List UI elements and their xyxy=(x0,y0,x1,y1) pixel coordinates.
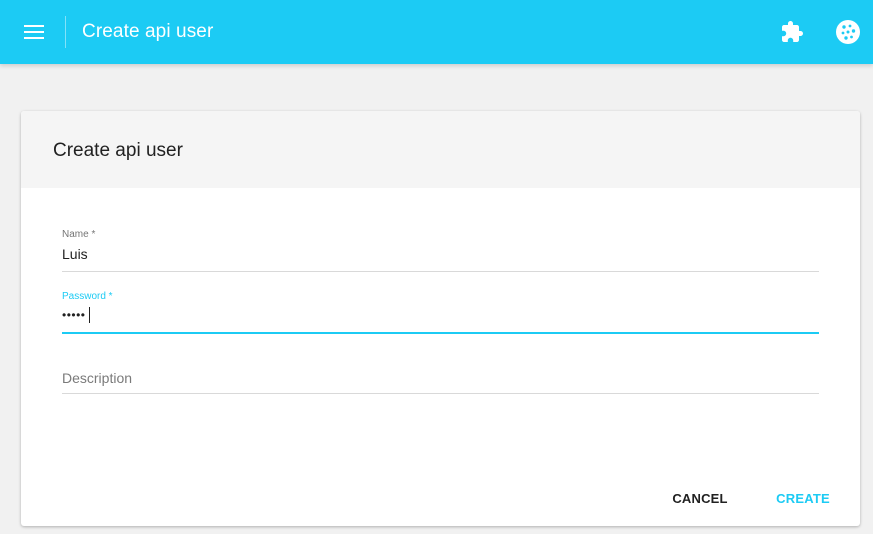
puzzle-icon xyxy=(782,21,803,42)
cancel-button[interactable]: CANCEL xyxy=(661,483,739,513)
menu-icon xyxy=(24,25,44,39)
password-field: Password * ••••• xyxy=(62,291,819,335)
password-label: Password * xyxy=(62,291,113,302)
text-cursor xyxy=(89,307,90,323)
plugins-button[interactable] xyxy=(776,16,808,48)
name-input[interactable] xyxy=(62,243,819,265)
name-field: Name * xyxy=(62,229,819,273)
card-title: Create api user xyxy=(53,140,183,161)
create-button[interactable]: CREATE xyxy=(765,483,841,513)
page-title: Create api user xyxy=(82,21,214,42)
app-header: Create api user xyxy=(0,0,873,64)
description-field xyxy=(62,353,819,397)
name-underline xyxy=(62,271,819,272)
description-input[interactable] xyxy=(62,367,819,389)
card-header: Create api user xyxy=(21,111,860,188)
password-underline xyxy=(62,332,819,334)
password-input[interactable]: ••••• xyxy=(62,308,86,322)
create-user-card: Create api user Name * Password * ••••• … xyxy=(21,111,860,526)
account-button[interactable] xyxy=(832,16,864,48)
name-label: Name * xyxy=(62,229,96,240)
header-divider xyxy=(65,16,66,48)
cookie-icon xyxy=(836,20,860,44)
menu-button[interactable] xyxy=(14,12,54,52)
description-underline xyxy=(62,393,819,394)
